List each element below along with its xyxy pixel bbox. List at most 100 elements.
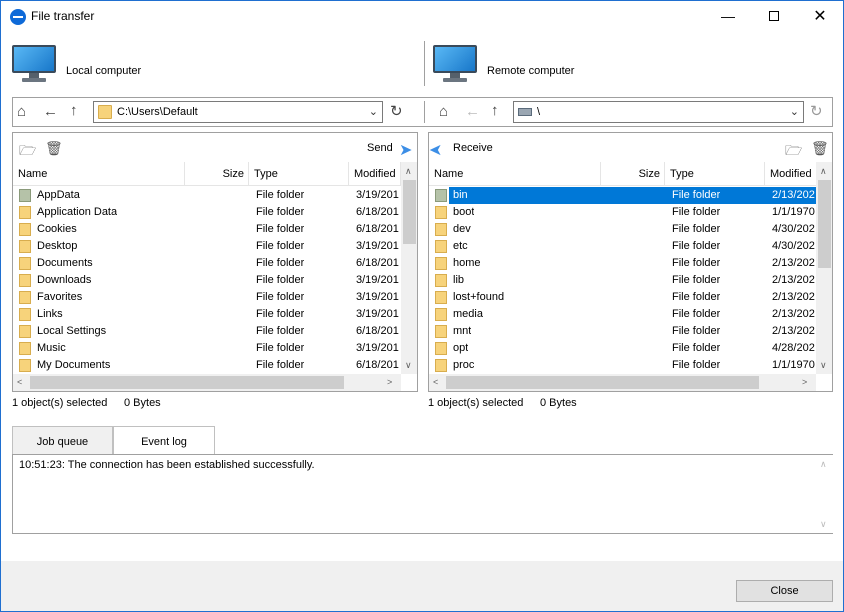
receive-arrow-icon[interactable]: ➤: [429, 140, 442, 160]
table-row[interactable]: Links File folder 3/19/201: [13, 306, 401, 323]
table-row[interactable]: home File folder 2/13/202: [429, 255, 817, 272]
cell-name: home: [453, 257, 481, 269]
remote-back-arrow-icon[interactable]: ←: [465, 103, 480, 120]
table-row[interactable]: lost+found File folder 2/13/202: [429, 289, 817, 306]
table-row[interactable]: Documents File folder 6/18/201: [13, 255, 401, 272]
cell-modified: 6/18/201: [356, 257, 399, 269]
remote-vertical-scrollbar[interactable]: ∧ ∨: [816, 162, 832, 374]
scroll-down-icon[interactable]: ∨: [405, 360, 412, 371]
cell-name: proc: [453, 359, 475, 371]
folder-icon: [435, 206, 447, 219]
refresh-icon[interactable]: ↻: [390, 102, 403, 120]
table-row[interactable]: bin File folder 2/13/202: [429, 187, 817, 204]
remote-home-icon[interactable]: ⌂: [439, 103, 448, 120]
cell-type: File folder: [672, 274, 721, 286]
new-folder-icon[interactable]: 🗁: [19, 140, 36, 164]
remote-col-type[interactable]: Type: [665, 162, 765, 186]
remote-chevron-down-icon[interactable]: ⌄: [790, 105, 799, 118]
table-row[interactable]: mnt File folder 2/13/202: [429, 323, 817, 340]
minimize-button[interactable]: —: [705, 1, 751, 31]
local-computer-label: Local computer: [66, 65, 142, 77]
table-row[interactable]: proc File folder 1/1/1970: [429, 357, 817, 374]
delete-icon[interactable]: 🗑: [45, 140, 63, 157]
table-row[interactable]: Music File folder 3/19/201: [13, 340, 401, 357]
local-horizontal-scrollbar[interactable]: < >: [13, 374, 401, 391]
cell-type: File folder: [256, 308, 305, 320]
folder-icon: [19, 359, 31, 372]
file-transfer-window: File transfer — ✕ Local computer Remote …: [0, 0, 844, 612]
remote-hscroll-thumb[interactable]: [446, 376, 759, 389]
cell-type: File folder: [672, 189, 721, 201]
remote-scroll-down-icon[interactable]: ∨: [820, 360, 827, 371]
remote-horizontal-scrollbar[interactable]: < >: [429, 374, 816, 391]
maximize-button[interactable]: [751, 1, 797, 31]
local-status-selected: 1 object(s) selected: [12, 397, 108, 409]
scroll-left-icon[interactable]: <: [17, 377, 22, 387]
back-arrow-icon[interactable]: ←: [43, 103, 58, 120]
table-row[interactable]: AppData File folder 3/19/201: [13, 187, 401, 204]
send-label[interactable]: Send: [367, 142, 393, 154]
cell-modified: 2/13/202: [772, 308, 815, 320]
cell-modified: 6/18/201: [356, 206, 399, 218]
scroll-thumb[interactable]: [403, 180, 416, 244]
remote-scroll-right-icon[interactable]: >: [802, 377, 807, 387]
scroll-up-icon[interactable]: ∧: [405, 166, 412, 177]
remote-col-modified[interactable]: Modified: [765, 162, 817, 186]
cell-modified: 4/28/202: [772, 342, 815, 354]
table-row[interactable]: My Documents File folder 6/18/201: [13, 357, 401, 374]
remote-scroll-thumb[interactable]: [818, 180, 831, 268]
home-icon[interactable]: ⌂: [17, 103, 26, 120]
col-name[interactable]: Name: [13, 162, 185, 186]
table-row[interactable]: Cookies File folder 6/18/201: [13, 221, 401, 238]
hscroll-thumb[interactable]: [30, 376, 344, 389]
remote-scroll-up-icon[interactable]: ∧: [820, 166, 827, 177]
remote-col-name[interactable]: Name: [429, 162, 601, 186]
tab-event-log[interactable]: Event log: [113, 426, 215, 455]
col-size[interactable]: Size: [185, 162, 249, 186]
table-row[interactable]: Application Data File folder 6/18/201: [13, 204, 401, 221]
cell-modified: 6/18/201: [356, 223, 399, 235]
log-vertical-scrollbar[interactable]: ∧ ∨: [816, 455, 833, 533]
table-row[interactable]: media File folder 2/13/202: [429, 306, 817, 323]
chevron-down-icon[interactable]: ⌄: [369, 105, 378, 118]
send-arrow-icon[interactable]: ➤: [399, 140, 412, 160]
scroll-right-icon[interactable]: >: [387, 377, 392, 387]
drive-icon: [518, 108, 532, 116]
remote-path-field[interactable]: \ ⌄: [513, 101, 804, 123]
table-row[interactable]: Desktop File folder 3/19/201: [13, 238, 401, 255]
remote-status-selected: 1 object(s) selected: [428, 397, 524, 409]
remote-scroll-left-icon[interactable]: <: [433, 377, 438, 387]
cell-modified: 3/19/201: [356, 342, 399, 354]
folder-icon: [19, 240, 31, 253]
log-scroll-up-icon[interactable]: ∧: [820, 459, 827, 470]
table-row[interactable]: opt File folder 4/28/202: [429, 340, 817, 357]
table-row[interactable]: Favorites File folder 3/19/201: [13, 289, 401, 306]
local-vertical-scrollbar[interactable]: ∧ ∨: [401, 162, 417, 374]
col-modified[interactable]: Modified: [349, 162, 401, 186]
col-type[interactable]: Type: [249, 162, 349, 186]
cell-type: File folder: [256, 291, 305, 303]
remote-delete-icon[interactable]: 🗑: [811, 140, 829, 157]
table-row[interactable]: etc File folder 4/30/202: [429, 238, 817, 255]
table-row[interactable]: boot File folder 1/1/1970: [429, 204, 817, 221]
tab-job-queue[interactable]: Job queue: [12, 426, 113, 454]
remote-col-size[interactable]: Size: [601, 162, 665, 186]
receive-label[interactable]: Receive: [453, 142, 493, 154]
log-scroll-down-icon[interactable]: ∨: [820, 519, 827, 530]
cell-name: Desktop: [37, 240, 78, 252]
table-row[interactable]: lib File folder 2/13/202: [429, 272, 817, 289]
remote-refresh-icon[interactable]: ↻: [810, 102, 823, 120]
table-row[interactable]: Local Settings File folder 6/18/201: [13, 323, 401, 340]
up-arrow-icon[interactable]: ↑: [70, 102, 78, 119]
local-path-field[interactable]: C:\Users\Default ⌄: [93, 101, 383, 123]
close-button[interactable]: Close: [736, 580, 833, 602]
cell-modified: 4/30/202: [772, 223, 815, 235]
remote-new-folder-icon[interactable]: 🗁: [785, 140, 802, 164]
remote-computer-icon: [433, 45, 477, 85]
cell-modified: 3/19/201: [356, 274, 399, 286]
table-row[interactable]: Downloads File folder 3/19/201: [13, 272, 401, 289]
close-window-button[interactable]: ✕: [797, 1, 843, 31]
remote-up-arrow-icon[interactable]: ↑: [491, 102, 499, 119]
table-row[interactable]: dev File folder 4/30/202: [429, 221, 817, 238]
remote-toolbar: ➤ Receive 🗁 🗑: [428, 132, 833, 162]
